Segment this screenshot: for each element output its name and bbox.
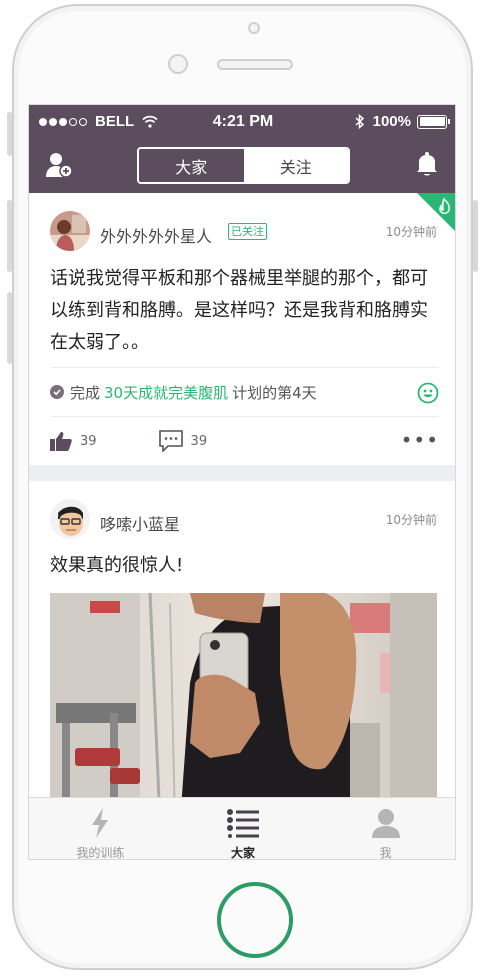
volume-up-button — [7, 200, 12, 272]
front-camera — [168, 54, 188, 74]
bluetooth-icon — [355, 114, 364, 129]
home-button[interactable] — [217, 882, 293, 958]
like-count: 39 — [80, 433, 97, 449]
speaker-grille — [217, 59, 293, 70]
plan-suffix: 计划的第4天 — [232, 383, 317, 402]
comment-icon — [158, 430, 183, 452]
username[interactable]: 外外外外外星人 — [100, 223, 212, 247]
battery-percent: 100% — [372, 113, 411, 130]
plan-link[interactable]: 30天成就完美腹肌 — [104, 382, 228, 403]
notifications-button[interactable] — [415, 151, 441, 179]
tab-me[interactable]: 我 — [314, 798, 455, 860]
avatar[interactable] — [50, 211, 90, 251]
list-icon — [227, 809, 259, 838]
post-content[interactable]: 效果真的很惊人! — [50, 551, 183, 577]
thumbs-up-icon — [50, 432, 72, 451]
segment-following[interactable]: 关注 — [243, 149, 348, 182]
power-button — [473, 200, 478, 272]
comment-button[interactable]: 39 — [158, 430, 208, 452]
feed-segment-control: 大家 关注 — [137, 147, 350, 184]
segment-everyone[interactable]: 大家 — [139, 149, 244, 182]
tab-bar: 我的训练 大家 我 — [29, 797, 455, 860]
feed-post: 哆嗦小蓝星 10分钟前 效果真的很惊人! — [29, 481, 455, 797]
feed-post: 外外外外外星人 已关注 10分钟前 话说我觉得平板和那个器械里举腿的那个，都可以… — [29, 193, 455, 465]
volume-down-button — [7, 292, 12, 364]
post-actions: 39 39 ••• — [50, 429, 439, 453]
status-bar: BELL 4:21 PM 100% — [29, 105, 455, 137]
screen: BELL 4:21 PM 100% 大家 关注 外外外外外星人 已关注 10分钟… — [28, 104, 456, 860]
smile-icon[interactable] — [417, 382, 439, 404]
bell-icon — [417, 152, 437, 176]
add-friend-button[interactable] — [45, 151, 75, 179]
avatar[interactable] — [50, 499, 90, 539]
lightning-icon — [92, 808, 109, 838]
nav-bar: 大家 关注 — [29, 137, 455, 193]
tab-everyone[interactable]: 大家 — [172, 798, 315, 860]
mute-switch — [7, 112, 12, 156]
tab-label: 我 — [379, 846, 392, 860]
like-button[interactable]: 39 — [50, 431, 97, 451]
tab-my-training[interactable]: 我的训练 — [29, 798, 172, 860]
post-divider — [29, 465, 455, 481]
plan-progress: 完成 30天成就完美腹肌 计划的第4天 — [50, 367, 439, 417]
post-content[interactable]: 话说我觉得平板和那个器械里举腿的那个，都可以练到背和胳膊。是这样吗？还是我背和胳… — [50, 263, 440, 359]
tab-label: 大家 — [231, 846, 256, 860]
add-friend-icon — [46, 153, 73, 178]
post-timestamp: 10分钟前 — [385, 225, 437, 239]
feed: 外外外外外星人 已关注 10分钟前 话说我觉得平板和那个器械里举腿的那个，都可以… — [29, 193, 455, 797]
post-photo[interactable] — [50, 593, 437, 797]
check-icon — [50, 385, 64, 399]
camera-dot — [248, 22, 260, 34]
more-icon[interactable]: ••• — [401, 430, 439, 450]
post-timestamp: 10分钟前 — [385, 513, 437, 527]
following-badge: 已关注 — [228, 223, 267, 240]
battery-icon — [417, 114, 450, 129]
username[interactable]: 哆嗦小蓝星 — [100, 511, 180, 535]
person-icon — [371, 809, 400, 838]
comment-count: 39 — [190, 433, 208, 449]
tab-label: 我的训练 — [76, 846, 125, 860]
plan-prefix: 完成 — [70, 383, 101, 402]
